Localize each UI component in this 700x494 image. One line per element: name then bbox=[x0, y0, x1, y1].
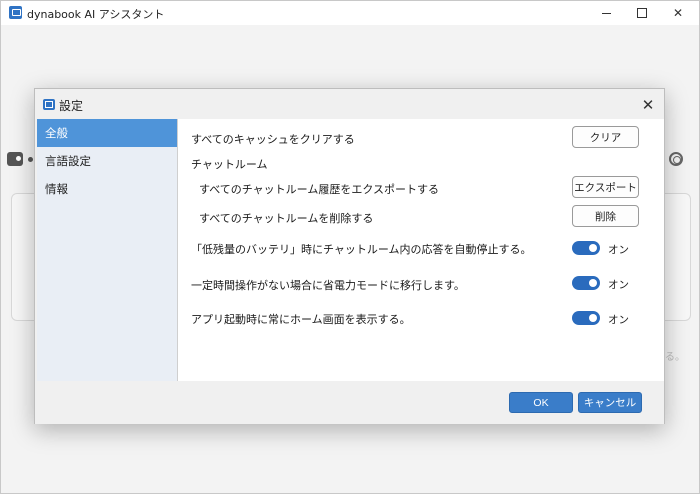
maximize-button[interactable] bbox=[625, 1, 659, 25]
power-saving-toggle[interactable] bbox=[572, 276, 600, 290]
ok-button[interactable]: OK bbox=[509, 392, 573, 413]
nav-item-language[interactable]: 言語設定 bbox=[37, 147, 177, 175]
close-icon[interactable]: ✕ bbox=[638, 95, 658, 115]
settings-nav: 全般 言語設定 情報 bbox=[37, 119, 177, 381]
minimize-button[interactable] bbox=[589, 1, 623, 25]
app-logo-icon bbox=[9, 6, 22, 19]
clear-cache-button[interactable]: クリア bbox=[572, 126, 639, 148]
status-dot-icon bbox=[28, 157, 33, 162]
export-history-label: すべてのチャットルーム履歴をエクスポートする bbox=[199, 183, 440, 196]
dialog-title: 設定 bbox=[59, 99, 84, 113]
clear-cache-label: すべてのキャッシュをクリアする bbox=[191, 133, 355, 146]
power-saving-label: 一定時間操作がない場合に省電力モードに移行します。 bbox=[191, 279, 465, 292]
background-hint-text: る。 bbox=[665, 352, 685, 363]
app-title: dynabook AI アシスタント bbox=[27, 8, 165, 21]
export-button[interactable]: エクスポート bbox=[572, 176, 639, 198]
battery-auto-stop-label: 「低残量のバッテリ」時にチャットルーム内の応答を自動停止する。 bbox=[191, 243, 532, 256]
nav-item-info[interactable]: 情報 bbox=[37, 175, 177, 203]
home-screen-state: オン bbox=[608, 314, 629, 326]
main-titlebar: dynabook AI アシスタント ✕ bbox=[1, 1, 699, 25]
sidebar-toggle-icon[interactable] bbox=[7, 152, 23, 166]
cancel-button[interactable]: キャンセル bbox=[578, 392, 642, 413]
dialog-titlebar: 設定 ✕ bbox=[35, 89, 664, 119]
settings-dialog: 設定 ✕ 全般 言語設定 情報 すべてのキャッシュをクリアする クリア チャット… bbox=[34, 88, 665, 424]
settings-app-icon bbox=[43, 99, 55, 110]
delete-chatrooms-label: すべてのチャットルームを削除する bbox=[199, 212, 374, 225]
general-settings-panel: すべてのキャッシュをクリアする クリア チャットルーム すべてのチャットルーム履… bbox=[177, 119, 664, 381]
battery-auto-stop-state: オン bbox=[608, 244, 629, 256]
home-screen-label: アプリ起動時に常にホーム画面を表示する。 bbox=[191, 313, 411, 326]
power-saving-state: オン bbox=[608, 279, 629, 291]
gear-icon[interactable] bbox=[669, 152, 683, 166]
delete-button[interactable]: 削除 bbox=[572, 205, 639, 227]
dialog-footer: OK キャンセル bbox=[35, 381, 664, 424]
home-screen-toggle[interactable] bbox=[572, 311, 600, 325]
window-close-button[interactable]: ✕ bbox=[661, 1, 695, 25]
chatroom-heading: チャットルーム bbox=[191, 158, 268, 171]
battery-auto-stop-toggle[interactable] bbox=[572, 241, 600, 255]
nav-item-general[interactable]: 全般 bbox=[37, 119, 177, 147]
